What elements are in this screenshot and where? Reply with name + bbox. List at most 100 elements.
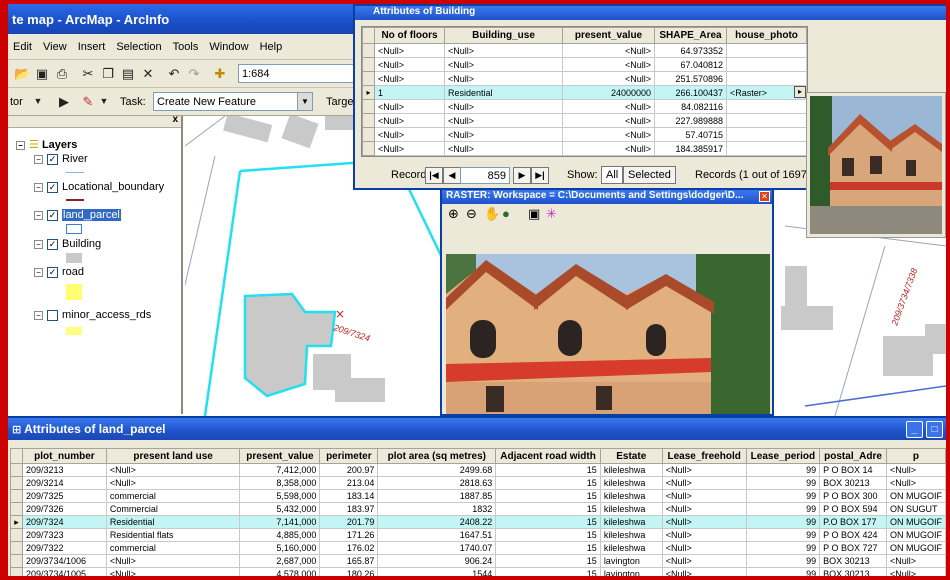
- table-row[interactable]: 209/3734/1006 <Null> 2,687,000 165.87 906.24…: [10, 554, 946, 568]
- previous-record-button[interactable]: ◀: [443, 167, 461, 184]
- redo-icon[interactable]: ↷: [186, 66, 202, 81]
- collapse-icon[interactable]: −: [34, 210, 43, 220]
- full-extent-icon[interactable]: ●: [502, 206, 510, 221]
- toc-layer-locational-boundary[interactable]: − ✓ Locational_boundary: [34, 181, 164, 193]
- table-cell[interactable]: [726, 43, 807, 58]
- table-row[interactable]: 209/7325 commercial 5,598,000 183.14 1887.85…: [10, 489, 946, 503]
- zoom-out-icon[interactable]: ⊖: [466, 206, 477, 222]
- show-selected-button[interactable]: Selected: [623, 166, 676, 184]
- table-cell[interactable]: <Null>: [661, 463, 747, 477]
- table-cell[interactable]: 99: [745, 528, 821, 542]
- table-cell[interactable]: 201.79: [319, 515, 379, 529]
- table-cell[interactable]: 209/3214: [21, 476, 107, 490]
- row-selector[interactable]: [362, 113, 375, 128]
- table-row[interactable]: <Null> <Null> <Null> 57.40715: [362, 127, 807, 142]
- table-cell[interactable]: 99: [745, 567, 821, 576]
- table-cell[interactable]: 15: [495, 554, 601, 568]
- table-cell[interactable]: ON MUGOIF: [885, 528, 946, 542]
- building-window-title-bar[interactable]: Attributes of Building: [355, 6, 946, 20]
- editor-menu[interactable]: tor: [10, 96, 23, 108]
- column-header[interactable]: Adjacent road width: [495, 448, 601, 464]
- collapse-icon[interactable]: −: [34, 154, 43, 164]
- add-data-icon[interactable]: ✚: [212, 66, 228, 81]
- table-cell[interactable]: 1740.07: [377, 541, 497, 555]
- column-header[interactable]: present_value: [562, 27, 655, 44]
- table-cell[interactable]: <Null>: [105, 554, 241, 568]
- open-raster-button[interactable]: ▸: [794, 86, 806, 98]
- table-cell[interactable]: kileleshwa: [599, 489, 663, 503]
- row-selector-header[interactable]: [362, 27, 375, 44]
- table-row[interactable]: 209/7322 commercial 5,160,000 176.02 1740.07…: [10, 541, 946, 555]
- table-cell[interactable]: 15: [495, 489, 601, 503]
- table-cell[interactable]: <Null>: [885, 463, 946, 477]
- layer-checkbox[interactable]: [47, 309, 58, 321]
- table-cell[interactable]: 15: [495, 476, 601, 490]
- table-cell[interactable]: 99: [745, 489, 821, 503]
- table-cell[interactable]: 209/3734/1005: [21, 567, 107, 576]
- paste-icon[interactable]: ▤: [120, 66, 136, 81]
- table-cell[interactable]: <Null>: [444, 113, 563, 128]
- table-cell[interactable]: P O BOX 14: [819, 463, 887, 477]
- row-selector[interactable]: [362, 71, 375, 86]
- identify-icon[interactable]: ✳: [546, 206, 557, 222]
- next-record-button[interactable]: ▶: [513, 167, 531, 184]
- table-cell[interactable]: 8,358,000: [239, 476, 321, 490]
- row-selector[interactable]: ▸: [362, 85, 375, 100]
- table-cell[interactable]: 171.26: [319, 528, 379, 542]
- table-cell[interactable]: P O BOX 424: [819, 528, 887, 542]
- column-header[interactable]: Lease_freehold: [661, 448, 747, 464]
- table-cell[interactable]: kileleshwa: [599, 541, 663, 555]
- chevron-down-icon[interactable]: ▼: [30, 94, 46, 109]
- first-record-button[interactable]: |◀: [425, 167, 443, 184]
- table-cell[interactable]: <Null>: [374, 141, 445, 156]
- land-parcel-attributes-window[interactable]: ⊞ Attributes of land_parcel _ □ plot_num…: [8, 416, 946, 576]
- table-cell[interactable]: 1887.85: [377, 489, 497, 503]
- collapse-icon[interactable]: −: [16, 140, 25, 150]
- table-cell[interactable]: 183.97: [319, 502, 379, 516]
- table-cell[interactable]: ON MUGOIF: [885, 541, 946, 555]
- table-cell[interactable]: Residential: [105, 515, 241, 529]
- table-cell[interactable]: 227.989888: [654, 113, 727, 128]
- table-cell[interactable]: <Null>: [374, 99, 445, 114]
- row-selector[interactable]: [10, 502, 23, 516]
- column-header[interactable]: perimeter: [319, 448, 379, 464]
- chevron-down-icon[interactable]: ▼: [96, 94, 112, 109]
- column-header[interactable]: house_photo: [726, 27, 807, 44]
- table-cell[interactable]: <Null>: [885, 476, 946, 490]
- toc-layer-road[interactable]: − ✓ road: [34, 266, 84, 278]
- table-cell[interactable]: 99: [745, 463, 821, 477]
- table-cell[interactable]: ON MUGOIF: [885, 515, 946, 529]
- table-cell[interactable]: 64.973352: [654, 43, 727, 58]
- table-row[interactable]: 209/7326 Commercial 5,432,000 183.97 1832 15 k…: [10, 502, 946, 516]
- layer-checkbox[interactable]: ✓: [47, 238, 58, 250]
- table-cell[interactable]: <Null>: [661, 515, 747, 529]
- show-all-button[interactable]: All: [601, 166, 624, 184]
- table-cell[interactable]: <Null>: [661, 502, 747, 516]
- table-row[interactable]: 209/7323 Residential flats 4,885,000 171.26…: [10, 528, 946, 542]
- collapse-icon[interactable]: −: [34, 310, 43, 320]
- sketch-tool-icon[interactable]: ✎: [80, 94, 96, 109]
- table-row[interactable]: <Null> <Null> <Null> 67.040812: [362, 57, 807, 72]
- table-row[interactable]: <Null> <Null> <Null> 251.570896: [362, 71, 807, 86]
- table-cell[interactable]: <Null>: [105, 567, 241, 576]
- table-cell[interactable]: <Null>: [374, 57, 445, 72]
- table-cell[interactable]: <Null>: [562, 113, 655, 128]
- column-header[interactable]: p: [885, 448, 946, 464]
- table-cell[interactable]: <Null>: [661, 554, 747, 568]
- table-cell[interactable]: [726, 141, 807, 156]
- row-selector-header[interactable]: [10, 448, 23, 464]
- table-cell[interactable]: BOX 30213: [819, 476, 887, 490]
- table-cell[interactable]: 200.97: [319, 463, 379, 477]
- table-cell[interactable]: 99: [745, 502, 821, 516]
- table-cell[interactable]: 15: [495, 515, 601, 529]
- table-cell[interactable]: 906.24: [377, 554, 497, 568]
- cut-icon[interactable]: ✂: [80, 66, 96, 81]
- minimize-button[interactable]: _: [906, 421, 923, 438]
- table-cell[interactable]: kileleshwa: [599, 463, 663, 477]
- table-cell[interactable]: P O BOX 594: [819, 502, 887, 516]
- table-cell[interactable]: 99: [745, 541, 821, 555]
- toc-close-button[interactable]: x: [172, 114, 178, 125]
- column-header[interactable]: SHAPE_Area: [654, 27, 727, 44]
- table-cell[interactable]: kileleshwa: [599, 476, 663, 490]
- record-number-input[interactable]: 859: [460, 167, 510, 184]
